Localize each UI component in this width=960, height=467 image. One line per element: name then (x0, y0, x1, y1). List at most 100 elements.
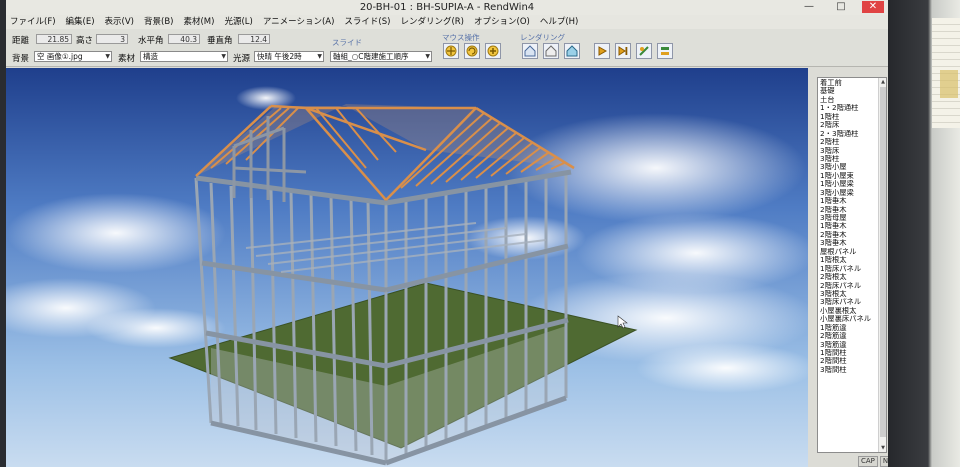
layer-list-item[interactable]: 3階小屋梁 (820, 189, 886, 197)
render-viewport[interactable] (6, 68, 808, 467)
layer-list-item[interactable]: 1階床パネル (820, 265, 886, 273)
layer-list-item[interactable]: 1階小屋梁 (820, 180, 886, 188)
layer-list-item[interactable]: 3階床 (820, 147, 886, 155)
layer-list[interactable]: 着工前 基礎 土台 1・2階通柱 1階柱 2階床 2・3階通柱 2階柱 3階床 3階柱 3階小屋 1階… (817, 77, 887, 453)
house-front-icon[interactable] (522, 43, 538, 59)
layer-panel: 着工前 基礎 土台 1・2階通柱 1階柱 2階床 2・3階通柱 2階柱 3階床 3階柱 3階小屋 1階… (808, 68, 888, 467)
material-select-value: 構造 (143, 52, 158, 61)
layer-list-item[interactable]: 3階小屋 (820, 163, 886, 171)
slide-select[interactable]: 軸組_○C階建施工順序 ▼ (330, 51, 432, 62)
render-scene (6, 68, 808, 467)
close-button[interactable]: ✕ (862, 1, 884, 13)
menu-background[interactable]: 背景(B) (144, 15, 173, 29)
layer-list-item[interactable]: 2階垂木 (820, 231, 886, 239)
layer-list-item[interactable]: 3階床パネル (820, 298, 886, 306)
layer-list-item[interactable]: 2階床パネル (820, 282, 886, 290)
horizontal-angle-label: 水平角 (138, 36, 164, 46)
scroll-down-icon[interactable]: ▼ (879, 444, 886, 452)
light-label: 光源 (233, 54, 251, 64)
mouse-group-label: マウス操作 (442, 33, 480, 42)
layer-list-item[interactable]: 3階母屋 (820, 214, 886, 222)
layer-list-item[interactable]: 2・3階通柱 (820, 130, 886, 138)
layer-list-item[interactable]: 1階間柱 (820, 349, 886, 357)
layer-list-item[interactable]: 2階筋違 (820, 332, 886, 340)
maximize-button[interactable]: □ (830, 1, 852, 13)
move-icon[interactable] (443, 43, 459, 59)
menu-file[interactable]: ファイル(F) (10, 15, 56, 29)
vertical-angle-field: 12.4 (238, 34, 270, 44)
distance-field: 21.85 (36, 34, 72, 44)
layer-list-item[interactable]: 1階根太 (820, 256, 886, 264)
chevron-down-icon: ▼ (425, 53, 430, 60)
title-bar: 20-BH-01 : BH-SUPIA-A - RendWin4 — □ ✕ (6, 0, 888, 15)
layer-list-item[interactable]: 着工前 (820, 79, 886, 87)
menu-animation[interactable]: アニメーション(A) (263, 15, 335, 29)
background-sticker (940, 70, 958, 98)
app-window: 20-BH-01 : BH-SUPIA-A - RendWin4 — □ ✕ フ… (6, 0, 888, 467)
background-select[interactable]: 空 画像①.jpg ▼ (34, 51, 112, 62)
window-title: 20-BH-01 : BH-SUPIA-A - RendWin4 (359, 2, 535, 13)
layer-list-item[interactable]: 2階床 (820, 121, 886, 129)
house-side-icon[interactable] (543, 43, 559, 59)
light-select[interactable]: 快晴 午後2時 ▼ (254, 51, 324, 62)
layer-list-item[interactable]: 1・2階通柱 (820, 104, 886, 112)
play-icon[interactable] (594, 43, 610, 59)
menu-help[interactable]: ヘルプ(H) (540, 15, 579, 29)
render-group-label: レンダリング (520, 33, 565, 42)
chevron-down-icon: ▼ (105, 53, 110, 60)
minimize-button[interactable]: — (798, 1, 820, 13)
layer-list-item[interactable]: 屋根パネル (820, 248, 886, 256)
slide-select-value: 軸組_○C階建施工順序 (333, 52, 409, 61)
layer-list-item[interactable]: 土台 (820, 96, 886, 104)
rotate-icon[interactable] (464, 43, 480, 59)
status-num: NUM (879, 456, 888, 467)
background-select-value: 空 画像①.jpg (37, 52, 83, 61)
layer-list-item[interactable]: 基礎 (820, 87, 886, 95)
zoom-icon[interactable] (485, 43, 501, 59)
layer-list-item[interactable]: 小屋裏根太 (820, 307, 886, 315)
layer-list-item[interactable]: 1階垂木 (820, 222, 886, 230)
layer-list-item[interactable]: 2階柱 (820, 138, 886, 146)
status-caps: CAP (858, 456, 878, 467)
distance-label: 距離 (12, 36, 30, 46)
layer-list-item[interactable]: 1階小屋束 (820, 172, 886, 180)
layer-list-item[interactable]: 1階筋違 (820, 324, 886, 332)
house-color-icon[interactable] (564, 43, 580, 59)
vertical-angle-label: 垂直角 (207, 36, 233, 46)
layer-list-item[interactable]: 小屋裏床パネル (820, 315, 886, 323)
height-label: 高さ (76, 36, 94, 46)
toolbar: 距離 21.85 高さ 3 水平角 40.3 垂直角 12.4 背景 空 画像①… (6, 29, 888, 67)
chevron-down-icon: ▼ (317, 53, 322, 60)
render-icon[interactable] (636, 43, 652, 59)
horizontal-angle-field: 40.3 (168, 34, 200, 44)
layer-list-item[interactable]: 3階垂木 (820, 239, 886, 247)
layer-list-item[interactable]: 2階根太 (820, 273, 886, 281)
menu-options[interactable]: オプション(O) (474, 15, 530, 29)
background-label: 背景 (12, 54, 30, 64)
scroll-up-icon[interactable]: ▲ (879, 78, 886, 86)
layer-list-item[interactable]: 1階垂木 (820, 197, 886, 205)
layer-list-item[interactable]: 1階柱 (820, 113, 886, 121)
menu-light[interactable]: 光源(L) (224, 15, 252, 29)
play-step-icon[interactable] (615, 43, 631, 59)
status-bar: CAP NUM (858, 456, 888, 467)
render-all-icon[interactable] (657, 43, 673, 59)
layer-list-item[interactable]: 3階根太 (820, 290, 886, 298)
layer-list-scrollbar[interactable]: ▲ ▼ (878, 78, 886, 452)
layer-list-item[interactable]: 3階柱 (820, 155, 886, 163)
menu-view[interactable]: 表示(V) (105, 15, 134, 29)
chevron-down-icon: ▼ (221, 53, 226, 60)
menu-rendering[interactable]: レンダリング(R) (400, 15, 464, 29)
light-select-value: 快晴 午後2時 (257, 52, 302, 61)
material-select[interactable]: 構造 ▼ (140, 51, 228, 62)
layer-list-item[interactable]: 2階間柱 (820, 357, 886, 365)
layer-list-item[interactable]: 2階垂木 (820, 206, 886, 214)
menu-slide[interactable]: スライド(S) (344, 15, 390, 29)
height-field: 3 (96, 34, 128, 44)
menu-bar: ファイル(F) 編集(E) 表示(V) 背景(B) 素材(M) 光源(L) アニ… (6, 15, 888, 29)
scroll-thumb[interactable] (880, 87, 886, 437)
layer-list-item[interactable]: 3階筋違 (820, 341, 886, 349)
menu-material[interactable]: 素材(M) (183, 15, 214, 29)
layer-list-item[interactable]: 3階間柱 (820, 366, 886, 374)
menu-edit[interactable]: 編集(E) (66, 15, 95, 29)
